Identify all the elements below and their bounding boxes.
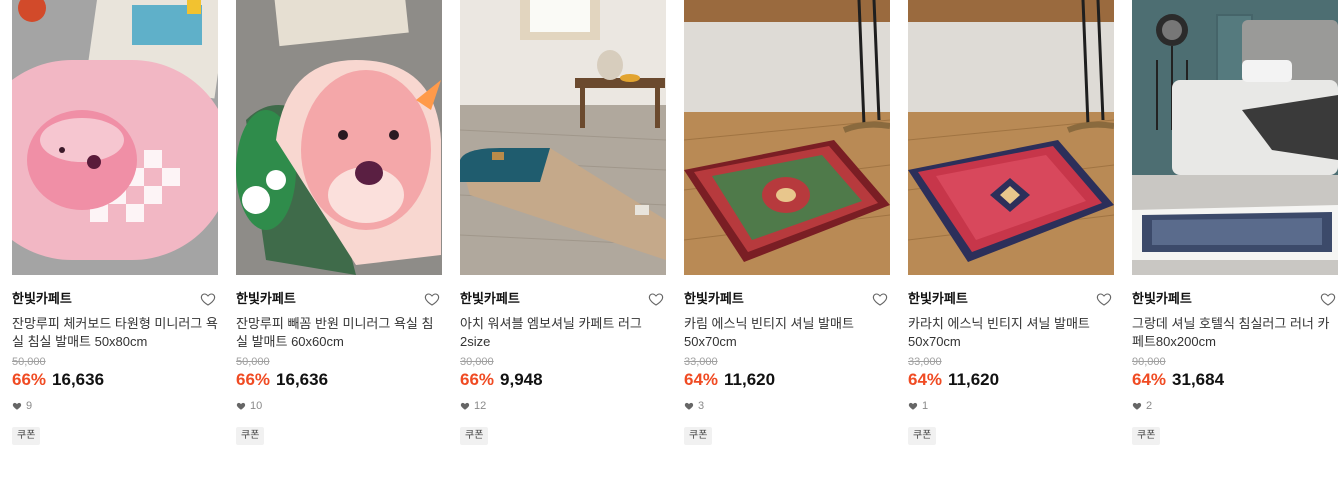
price-row: 64% 11,620 xyxy=(908,369,1114,391)
brand-name[interactable]: 한빛카페트 xyxy=(12,291,72,306)
likes-count: 2 xyxy=(1146,400,1153,412)
likes-row: 9 xyxy=(12,399,218,413)
likes-count: 12 xyxy=(474,400,487,412)
coupon-badge: 쿠폰 xyxy=(236,427,265,445)
likes-count: 9 xyxy=(26,400,33,412)
coupon-badge: 쿠폰 xyxy=(684,427,713,445)
heart-filled-icon xyxy=(460,402,470,410)
heart-filled-icon xyxy=(908,402,918,410)
product-title[interactable]: 잔망루피 체커보드 타원형 미니러그 욕실 침실 발매트 50x80cm xyxy=(12,315,218,351)
price-row: 66% 9,948 xyxy=(460,369,666,391)
brand-row: 한빛카페트 xyxy=(460,289,666,309)
coupon-badge: 쿠폰 xyxy=(12,427,41,445)
product-image[interactable] xyxy=(684,0,890,275)
price-row: 64% 31,684 xyxy=(1132,369,1338,391)
product-title[interactable]: 그랑데 셔닐 호텔식 침실러그 러너 카페트80x200cm xyxy=(1132,315,1338,351)
likes-row: 2 xyxy=(1132,399,1338,413)
brand-name[interactable]: 한빛카페트 xyxy=(236,291,296,306)
heart-icon[interactable] xyxy=(648,291,664,307)
heart-icon[interactable] xyxy=(1096,291,1112,307)
discount-rate: 64% xyxy=(1132,370,1167,389)
price-row: 66% 16,636 xyxy=(236,369,442,391)
brand-row: 한빛카페트 xyxy=(684,289,890,309)
price-row: 64% 11,620 xyxy=(684,369,890,391)
coupon-badge: 쿠폰 xyxy=(460,427,489,445)
heart-icon[interactable] xyxy=(424,291,440,307)
discount-rate: 64% xyxy=(908,370,943,389)
likes-count: 3 xyxy=(698,400,705,412)
original-price: 50,000 xyxy=(12,356,46,368)
product-title[interactable]: 카림 에스닉 빈티지 셔닐 발매트 50x70cm xyxy=(684,315,890,351)
brand-row: 한빛카페트 xyxy=(12,289,218,309)
heart-filled-icon xyxy=(236,402,246,410)
coupon-badge: 쿠폰 xyxy=(908,427,937,445)
product-title[interactable]: 잔망루피 빼꼼 반원 미니러그 욕실 침실 발매트 60x60cm xyxy=(236,315,442,351)
sale-price: 16,636 xyxy=(52,370,105,389)
sale-price: 11,620 xyxy=(948,370,1000,389)
brand-name[interactable]: 한빛카페트 xyxy=(908,291,968,306)
discount-rate: 66% xyxy=(12,370,47,389)
discount-rate: 64% xyxy=(684,370,719,389)
original-price: 33,000 xyxy=(908,356,942,368)
sale-price: 16,636 xyxy=(276,370,329,389)
likes-count: 10 xyxy=(250,400,263,412)
product-card[interactable]: 한빛카페트 아치 워셔블 엠보셔닐 카페트 러그 2size 30,000 66… xyxy=(460,0,666,478)
product-grid: 한빛카페트 잔망루피 체커보드 타원형 미니러그 욕실 침실 발매트 50x80… xyxy=(0,0,1340,478)
original-price: 50,000 xyxy=(236,356,270,368)
likes-row: 3 xyxy=(684,399,890,413)
product-card[interactable]: 한빛카페트 잔망루피 체커보드 타원형 미니러그 욕실 침실 발매트 50x80… xyxy=(12,0,218,478)
sale-price: 11,620 xyxy=(724,370,776,389)
coupon-badge: 쿠폰 xyxy=(1132,427,1161,445)
likes-row: 1 xyxy=(908,399,1114,413)
heart-filled-icon xyxy=(1132,402,1142,410)
original-price: 33,000 xyxy=(684,356,718,368)
product-image[interactable] xyxy=(1132,0,1338,275)
heart-icon[interactable] xyxy=(1320,291,1336,307)
likes-count: 1 xyxy=(922,400,929,412)
brand-row: 한빛카페트 xyxy=(236,289,442,309)
sale-price: 9,948 xyxy=(500,370,543,389)
brand-name[interactable]: 한빛카페트 xyxy=(460,291,520,306)
brand-name[interactable]: 한빛카페트 xyxy=(684,291,744,306)
product-title[interactable]: 카라치 에스닉 빈티지 셔닐 발매트 50x70cm xyxy=(908,315,1114,351)
product-card[interactable]: 한빛카페트 카라치 에스닉 빈티지 셔닐 발매트 50x70cm 33,000 … xyxy=(908,0,1114,478)
heart-filled-icon xyxy=(12,402,22,410)
product-card[interactable]: 한빛카페트 그랑데 셔닐 호텔식 침실러그 러너 카페트80x200cm 90,… xyxy=(1132,0,1338,478)
discount-rate: 66% xyxy=(460,370,495,389)
product-card[interactable]: 한빛카페트 카림 에스닉 빈티지 셔닐 발매트 50x70cm 33,000 6… xyxy=(684,0,890,478)
original-price: 90,000 xyxy=(1132,356,1166,368)
product-image[interactable] xyxy=(236,0,442,275)
product-card[interactable]: 한빛카페트 잔망루피 빼꼼 반원 미니러그 욕실 침실 발매트 60x60cm … xyxy=(236,0,442,478)
original-price: 30,000 xyxy=(460,356,494,368)
likes-row: 12 xyxy=(460,399,666,413)
discount-rate: 66% xyxy=(236,370,271,389)
heart-icon[interactable] xyxy=(872,291,888,307)
sale-price: 31,684 xyxy=(1172,370,1225,389)
brand-row: 한빛카페트 xyxy=(908,289,1114,309)
heart-filled-icon xyxy=(684,402,694,410)
product-image[interactable] xyxy=(908,0,1114,275)
product-image[interactable] xyxy=(460,0,666,275)
brand-row: 한빛카페트 xyxy=(1132,289,1338,309)
product-image[interactable] xyxy=(12,0,218,275)
likes-row: 10 xyxy=(236,399,442,413)
heart-icon[interactable] xyxy=(200,291,216,307)
product-title[interactable]: 아치 워셔블 엠보셔닐 카페트 러그 2size xyxy=(460,315,666,351)
brand-name[interactable]: 한빛카페트 xyxy=(1132,291,1192,306)
price-row: 66% 16,636 xyxy=(12,369,218,391)
